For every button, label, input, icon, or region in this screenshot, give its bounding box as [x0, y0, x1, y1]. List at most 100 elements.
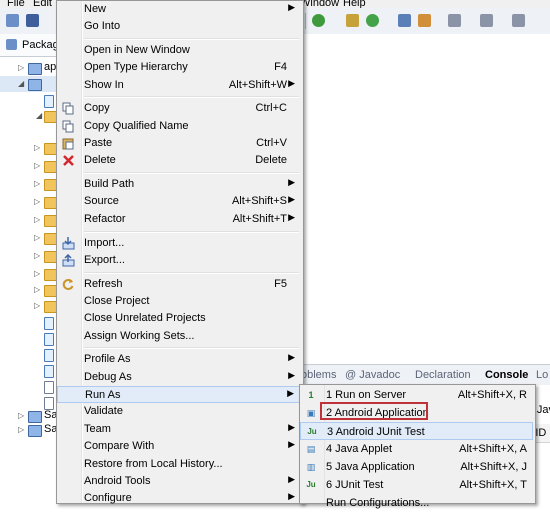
search-icon[interactable]	[418, 14, 431, 27]
new-project-icon[interactable]	[346, 14, 359, 27]
menu-item-profile-as[interactable]: Profile As ▶	[57, 351, 301, 368]
tree-item[interactable]	[0, 330, 57, 346]
toolbar-separator	[305, 13, 306, 29]
tree-item[interactable]: ▷	[0, 230, 58, 246]
annotation-icon[interactable]	[448, 14, 461, 27]
menu-help[interactable]: Help	[343, 0, 366, 8]
menu-item-import[interactable]: Import...	[57, 235, 301, 252]
editor-area	[299, 34, 550, 364]
junit-icon: Ju	[307, 427, 317, 436]
tree-item[interactable]	[0, 314, 57, 330]
tree-item[interactable]	[0, 362, 57, 378]
tree-item[interactable]	[0, 92, 57, 108]
menu-separator	[84, 38, 299, 40]
submenu-item-junit-test[interactable]: Ju 6 JUnit Test Alt+Shift+X, T	[300, 476, 533, 494]
junit-test-icon: Ju	[306, 480, 316, 489]
menu-item-debug-as[interactable]: Debug As ▶	[57, 369, 301, 386]
tree-item[interactable]: ▷	[0, 266, 58, 282]
menu-item-open-type-hierarchy[interactable]: Open Type Hierarchy F4	[57, 59, 301, 76]
menu-item-copy-qualified-name[interactable]: Copy Qualified Name	[57, 118, 301, 135]
refresh-icon	[62, 278, 75, 291]
save-icon[interactable]	[26, 14, 39, 27]
java-file-icon	[44, 333, 54, 346]
tree-item[interactable]: ▷	[0, 158, 58, 174]
menu-item-show-in[interactable]: Show In Alt+Shift+W ▶	[57, 77, 301, 94]
paste-icon	[62, 137, 75, 150]
tree-item[interactable]: ▷ app	[0, 60, 62, 76]
submenu-item-java-applet[interactable]: ▤ 4 Java Applet Alt+Shift+X, A	[300, 440, 533, 458]
menu-item-new[interactable]: New ▶	[57, 1, 301, 18]
applet-icon: ▤	[306, 444, 316, 454]
file-icon	[44, 381, 54, 394]
tree-item[interactable]	[0, 378, 57, 394]
menu-separator	[84, 172, 299, 174]
export-icon	[62, 253, 75, 267]
java-file-icon	[44, 95, 54, 108]
menu-edit[interactable]: Edit	[33, 0, 52, 8]
tree-item[interactable]: ▷	[0, 194, 58, 210]
package-explorer-tab[interactable]: Package	[0, 34, 65, 57]
back-icon[interactable]	[480, 14, 493, 27]
menu-item-go-into[interactable]: Go Into	[57, 18, 301, 35]
project-icon	[28, 79, 42, 91]
menu-item-paste[interactable]: Paste Ctrl+V	[57, 135, 301, 152]
menu-item-android-tools[interactable]: Android Tools ▶	[57, 473, 301, 490]
submenu-item-java-application[interactable]: ▥ 5 Java Application Alt+Shift+X, J	[300, 458, 533, 476]
tab-console[interactable]: Console	[485, 369, 528, 381]
menu-separator	[84, 96, 299, 98]
tree-item[interactable]: ▷	[0, 176, 58, 192]
tree-item[interactable]: ▷ Sal	[0, 422, 60, 438]
menu-item-validate[interactable]: Validate	[57, 403, 301, 420]
menu-separator	[84, 272, 299, 274]
forward-icon[interactable]	[512, 14, 525, 27]
tab-problems[interactable]: oblems	[301, 369, 336, 381]
tree-item-selected[interactable]: ◢	[0, 76, 57, 92]
menu-item-build-path[interactable]: Build Path ▶	[57, 176, 301, 193]
tree-item[interactable]: ▷	[0, 248, 58, 264]
delete-icon	[62, 154, 75, 167]
menu-item-source[interactable]: Source Alt+Shift+S ▶	[57, 193, 301, 210]
menu-item-close-project[interactable]: Close Project	[57, 293, 301, 310]
menu-item-restore-local-history[interactable]: Restore from Local History...	[57, 456, 301, 473]
menu-item-run-as[interactable]: Run As ▶	[57, 386, 301, 403]
tab-declaration[interactable]: Declaration	[415, 369, 471, 381]
android-app-icon: ▣	[306, 408, 316, 418]
package-explorer: Package ▷ app ◢ ◢ ▷ ▷ ▷ ▷ ▷ ▷ ▷ ▷ ▷ ▷ ▷ …	[0, 34, 65, 502]
menu-item-export[interactable]: Export...	[57, 252, 301, 269]
new-icon[interactable]	[6, 14, 19, 27]
menu-item-compare-with[interactable]: Compare With ▶	[57, 438, 301, 455]
run-config-icon[interactable]	[366, 14, 379, 27]
submenu-item-run-configurations[interactable]: Run Configurations...	[300, 494, 533, 512]
menu-item-copy[interactable]: Copy Ctrl+C	[57, 100, 301, 117]
tree-item[interactable]: ▷	[0, 298, 58, 314]
menu-item-open-in-new-window[interactable]: Open in New Window	[57, 42, 301, 59]
java-app-icon: ▥	[306, 462, 316, 472]
tree-item[interactable]: ▷	[0, 212, 58, 228]
menu-item-delete[interactable]: Delete Delete	[57, 152, 301, 169]
project-icon	[28, 63, 42, 75]
tab-javadoc[interactable]: @ Javadoc	[345, 369, 400, 381]
tree-item[interactable]: ▷	[0, 282, 58, 298]
tree-item[interactable]: ◢	[0, 108, 58, 124]
highlight-annotation-box	[320, 402, 428, 420]
bottom-panel-tabs: oblems @ Javadoc Declaration Console Lo	[299, 364, 550, 386]
open-type-icon[interactable]	[398, 14, 411, 27]
menu-item-close-unrelated-projects[interactable]: Close Unrelated Projects	[57, 310, 301, 327]
tree-item[interactable]	[0, 346, 57, 362]
package-explorer-icon	[6, 39, 17, 50]
context-menu: New ▶ Go Into Open in New Window Open Typ…	[56, 0, 304, 504]
menu-item-refactor[interactable]: Refactor Alt+Shift+T ▶	[57, 211, 301, 228]
menu-item-team[interactable]: Team ▶	[57, 421, 301, 438]
menu-item-refresh[interactable]: Refresh F5	[57, 276, 301, 293]
menu-item-assign-working-sets[interactable]: Assign Working Sets...	[57, 328, 301, 345]
java-file-icon	[44, 365, 54, 378]
submenu-item-android-junit-test[interactable]: Ju 3 Android JUnit Test	[300, 422, 533, 440]
menu-file[interactable]: File	[7, 0, 25, 8]
menu-item-configure[interactable]: Configure ▶	[57, 490, 301, 507]
copy-icon	[62, 102, 75, 115]
tree-item[interactable]: ▷	[0, 140, 58, 156]
tab-logcat[interactable]: Lo	[536, 369, 548, 381]
menu-window[interactable]: Window	[300, 0, 339, 8]
run-icon[interactable]	[312, 14, 325, 27]
import-icon	[62, 237, 75, 250]
